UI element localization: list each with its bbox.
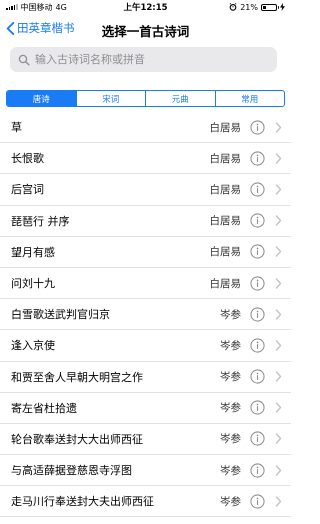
poem-author: 岑参 [220,464,241,477]
battery-percent: 21% [240,2,258,12]
poem-author: 岑参 [220,371,241,384]
segment-tang-poetry[interactable]: 唐诗 [7,91,77,106]
search-icon [18,54,30,66]
chevron-right-icon [275,340,282,351]
battery-level [263,5,266,9]
chevron-right-icon [275,215,282,226]
signal-strength-icon [6,4,18,10]
info-icon[interactable] [250,463,265,478]
poem-row[interactable]: 和贾至舍人早朝大明宫之作 岑参 [0,362,291,393]
battery-icon [261,3,279,11]
poem-title: 和贾至舍人早朝大明宫之作 [11,370,143,384]
poem-row[interactable]: 寄左省杜拾遗 岑参 [0,393,291,424]
info-icon[interactable] [250,431,265,447]
search-bar[interactable] [10,47,277,72]
carrier-label: 中国移动 [20,2,53,12]
poem-title: 与高适薛据登慈恩寺浮图 [11,464,132,478]
poem-author: 白居易 [209,246,242,259]
chevron-right-icon [275,496,282,507]
info-icon[interactable] [250,213,265,228]
poem-title: 长恨歌 [11,152,44,166]
poem-row[interactable]: 问刘十九 白居易 [0,268,291,300]
search-input[interactable] [35,53,265,66]
status-bar: 中国移动 4G 上午12:15 21% [0,0,291,14]
poem-author: 白居易 [209,152,242,165]
poem-row[interactable]: 后宫词 白居易 [0,174,291,206]
chevron-right-icon [275,464,282,476]
segment-yuan-qu[interactable]: 元曲 [146,91,216,106]
poem-title: 白雪歌送武判官归京 [11,308,110,322]
back-button[interactable]: 田英章楷书 [6,20,75,36]
info-icon[interactable] [250,400,265,415]
poem-author: 岑参 [220,339,241,352]
poem-author: 白居易 [209,183,242,196]
poem-row[interactable]: 草 白居易 [0,112,291,144]
info-icon[interactable] [250,275,265,291]
status-right: 21% [229,3,285,12]
poem-row[interactable]: 与高适薛据登慈恩寺浮图 岑参 [0,455,291,487]
charging-bolt-icon [280,3,285,11]
segment-song-ci[interactable]: 宋词 [77,91,146,106]
poem-title: 后宫词 [11,183,44,197]
info-icon[interactable] [250,151,265,166]
category-segmented-control: 唐诗 宋词 元曲 常用 [6,90,285,107]
poem-title: 琵琶行 并序 [11,214,70,228]
poem-author: 白居易 [209,215,242,228]
chevron-right-icon [275,433,282,445]
poem-title: 草 [11,121,22,135]
poem-row[interactable]: 逢入京使 岑参 [0,330,291,362]
chevron-left-icon [6,21,15,35]
chevron-right-icon [275,184,282,195]
poem-title: 寄左省杜拾遗 [11,401,77,415]
poem-author: 白居易 [209,277,242,290]
chevron-right-icon [275,402,282,413]
poem-row[interactable]: 长恨歌 白居易 [0,143,291,175]
chevron-right-icon [275,277,282,289]
poem-author: 岑参 [220,402,241,415]
network-label: 4G [55,2,67,12]
poem-title: 望月有感 [11,245,55,259]
back-button-label: 田英章楷书 [17,21,75,35]
info-icon[interactable] [250,494,265,509]
chevron-right-icon [275,153,282,164]
info-icon[interactable] [250,182,265,197]
status-left: 中国移动 4G [6,2,67,13]
chevron-right-icon [275,121,282,133]
poem-row[interactable]: 白雪歌送武判官归京 岑参 [0,299,291,331]
info-icon[interactable] [250,244,265,259]
poem-author: 岑参 [220,495,241,508]
navigation-bar: 田英章楷书 选择一首古诗词 [0,14,291,44]
poem-title: 问刘十九 [11,277,55,291]
poem-title: 走马川行奉送封大夫出师西征 [11,495,154,509]
poem-row[interactable]: 琵琶行 并序 白居易 [0,206,291,237]
poem-author: 白居易 [209,121,242,134]
chevron-right-icon [275,246,282,258]
info-icon[interactable] [250,120,265,135]
alarm-icon [229,3,237,11]
poem-row[interactable]: 望月有感 白居易 [0,237,291,268]
info-icon[interactable] [250,338,265,353]
poem-row[interactable]: 轮台歌奉送封大大出师西征 岑参 [0,424,291,456]
info-icon[interactable] [250,369,265,384]
poem-row[interactable]: 走马川行奉送封大夫出师西征 岑参 [0,486,291,518]
segment-common[interactable]: 常用 [216,91,285,106]
poem-author: 岑参 [220,433,241,446]
poem-title: 逢入京使 [11,339,55,353]
chevron-right-icon [275,309,282,320]
poem-title: 轮台歌奉送封大大出师西征 [11,432,143,446]
poem-list: 草 白居易 长恨歌 白居易 后宫词 白居易 琵琶行 并序 白居易 望月有感 白居… [0,112,291,518]
poem-author: 岑参 [220,308,241,321]
info-icon[interactable] [250,307,265,322]
chevron-right-icon [275,371,282,382]
